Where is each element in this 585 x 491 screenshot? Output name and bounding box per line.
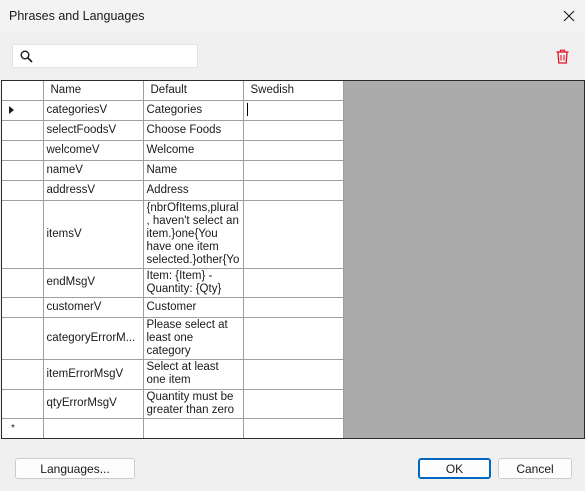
table-row[interactable]: customerV Customer xyxy=(2,296,344,318)
search-box[interactable] xyxy=(12,44,198,68)
cell-swedish[interactable] xyxy=(242,417,344,438)
cell-name[interactable]: welcomeV xyxy=(42,139,144,161)
row-header[interactable] xyxy=(2,159,44,181)
cell-default[interactable]: Welcome xyxy=(142,139,244,161)
cell-name[interactable]: itemsV xyxy=(42,199,144,269)
column-header-name[interactable]: Name xyxy=(42,81,144,101)
search-input[interactable] xyxy=(39,48,189,64)
languages-button[interactable]: Languages... xyxy=(15,458,135,479)
row-header[interactable] xyxy=(2,99,44,121)
cell-default[interactable] xyxy=(142,417,244,438)
table-row[interactable]: categoriesV Categories xyxy=(2,99,344,121)
row-header[interactable] xyxy=(2,358,44,390)
header-row: Name Default Swedish xyxy=(2,81,344,101)
row-header-corner xyxy=(2,81,44,101)
table-row[interactable]: categoryErrorM... Please select at least… xyxy=(2,316,344,360)
text-caret xyxy=(246,103,248,117)
window-title: Phrases and Languages xyxy=(9,9,145,23)
table-row[interactable]: itemsV {nbrOfItems,plural, haven't selec… xyxy=(2,199,344,269)
cancel-button[interactable]: Cancel xyxy=(498,458,572,479)
table-row[interactable]: qtyErrorMsgV Quantity must be greater th… xyxy=(2,388,344,419)
cell-name[interactable]: endMsgV xyxy=(42,267,144,298)
cell-name[interactable]: nameV xyxy=(42,159,144,181)
cell-name[interactable]: qtyErrorMsgV xyxy=(42,388,144,419)
cell-default[interactable]: {nbrOfItems,plural, haven't select an it… xyxy=(142,199,244,269)
row-header[interactable] xyxy=(2,199,44,269)
cell-default-text: {nbrOfItems,plural, haven't select an it… xyxy=(146,201,240,266)
cell-default[interactable]: Choose Foods xyxy=(142,119,244,141)
trash-icon xyxy=(556,49,568,64)
cell-swedish[interactable] xyxy=(242,296,344,318)
table-row[interactable]: selectFoodsV Choose Foods xyxy=(2,119,344,141)
cell-name[interactable]: itemErrorMsgV xyxy=(42,358,144,390)
cell-swedish[interactable] xyxy=(242,199,344,269)
row-header[interactable] xyxy=(2,179,44,201)
cell-default[interactable]: Customer xyxy=(142,296,244,318)
cell-swedish[interactable] xyxy=(242,267,344,298)
cell-swedish[interactable] xyxy=(242,99,344,121)
row-header[interactable] xyxy=(2,119,44,141)
new-row[interactable]: * xyxy=(2,417,344,438)
cell-name[interactable] xyxy=(42,417,144,438)
cell-default[interactable]: Address xyxy=(142,179,244,201)
close-icon xyxy=(563,10,575,22)
cell-swedish[interactable] xyxy=(242,119,344,141)
delete-button[interactable] xyxy=(553,46,571,66)
row-header[interactable]: * xyxy=(2,417,44,438)
cell-default[interactable]: Item: {Item} - Quantity: {Qty} xyxy=(142,267,244,298)
new-row-marker: * xyxy=(11,423,15,434)
column-header-default[interactable]: Default xyxy=(142,81,244,101)
cell-default[interactable]: Select at least one item xyxy=(142,358,244,390)
table-row[interactable]: welcomeV Welcome xyxy=(2,139,344,161)
cell-swedish[interactable] xyxy=(242,179,344,201)
cell-name[interactable]: categoryErrorM... xyxy=(42,316,144,360)
row-header[interactable] xyxy=(2,267,44,298)
close-button[interactable] xyxy=(553,0,585,32)
ok-button[interactable]: OK xyxy=(418,458,491,479)
row-header[interactable] xyxy=(2,139,44,161)
phrases-grid[interactable]: Name Default Swedish categoriesV Categor… xyxy=(1,80,585,439)
table-row[interactable]: itemErrorMsgV Select at least one item xyxy=(2,358,344,390)
cell-default[interactable]: Quantity must be greater than zero xyxy=(142,388,244,419)
cell-name[interactable]: customerV xyxy=(42,296,144,318)
cell-swedish[interactable] xyxy=(242,358,344,390)
cell-swedish[interactable] xyxy=(242,388,344,419)
cell-swedish[interactable] xyxy=(242,159,344,181)
row-header[interactable] xyxy=(2,296,44,318)
cell-default[interactable]: Categories xyxy=(142,99,244,121)
row-header[interactable] xyxy=(2,388,44,419)
search-icon xyxy=(20,50,33,63)
column-header-swedish[interactable]: Swedish xyxy=(242,81,344,101)
row-header[interactable] xyxy=(2,316,44,360)
cell-name[interactable]: addressV xyxy=(42,179,144,201)
title-bar: Phrases and Languages xyxy=(0,0,585,32)
table-row[interactable]: addressV Address xyxy=(2,179,344,201)
cell-swedish[interactable] xyxy=(242,316,344,360)
row-pointer-icon xyxy=(9,106,14,114)
cell-default[interactable]: Please select at least one category xyxy=(142,316,244,360)
cell-name[interactable]: categoriesV xyxy=(42,99,144,121)
phrases-table: Name Default Swedish categoriesV Categor… xyxy=(2,81,344,438)
table-row[interactable]: nameV Name xyxy=(2,159,344,181)
cell-default[interactable]: Name xyxy=(142,159,244,181)
table-row[interactable]: endMsgV Item: {Item} - Quantity: {Qty} xyxy=(2,267,344,298)
cell-name[interactable]: selectFoodsV xyxy=(42,119,144,141)
cell-swedish[interactable] xyxy=(242,139,344,161)
